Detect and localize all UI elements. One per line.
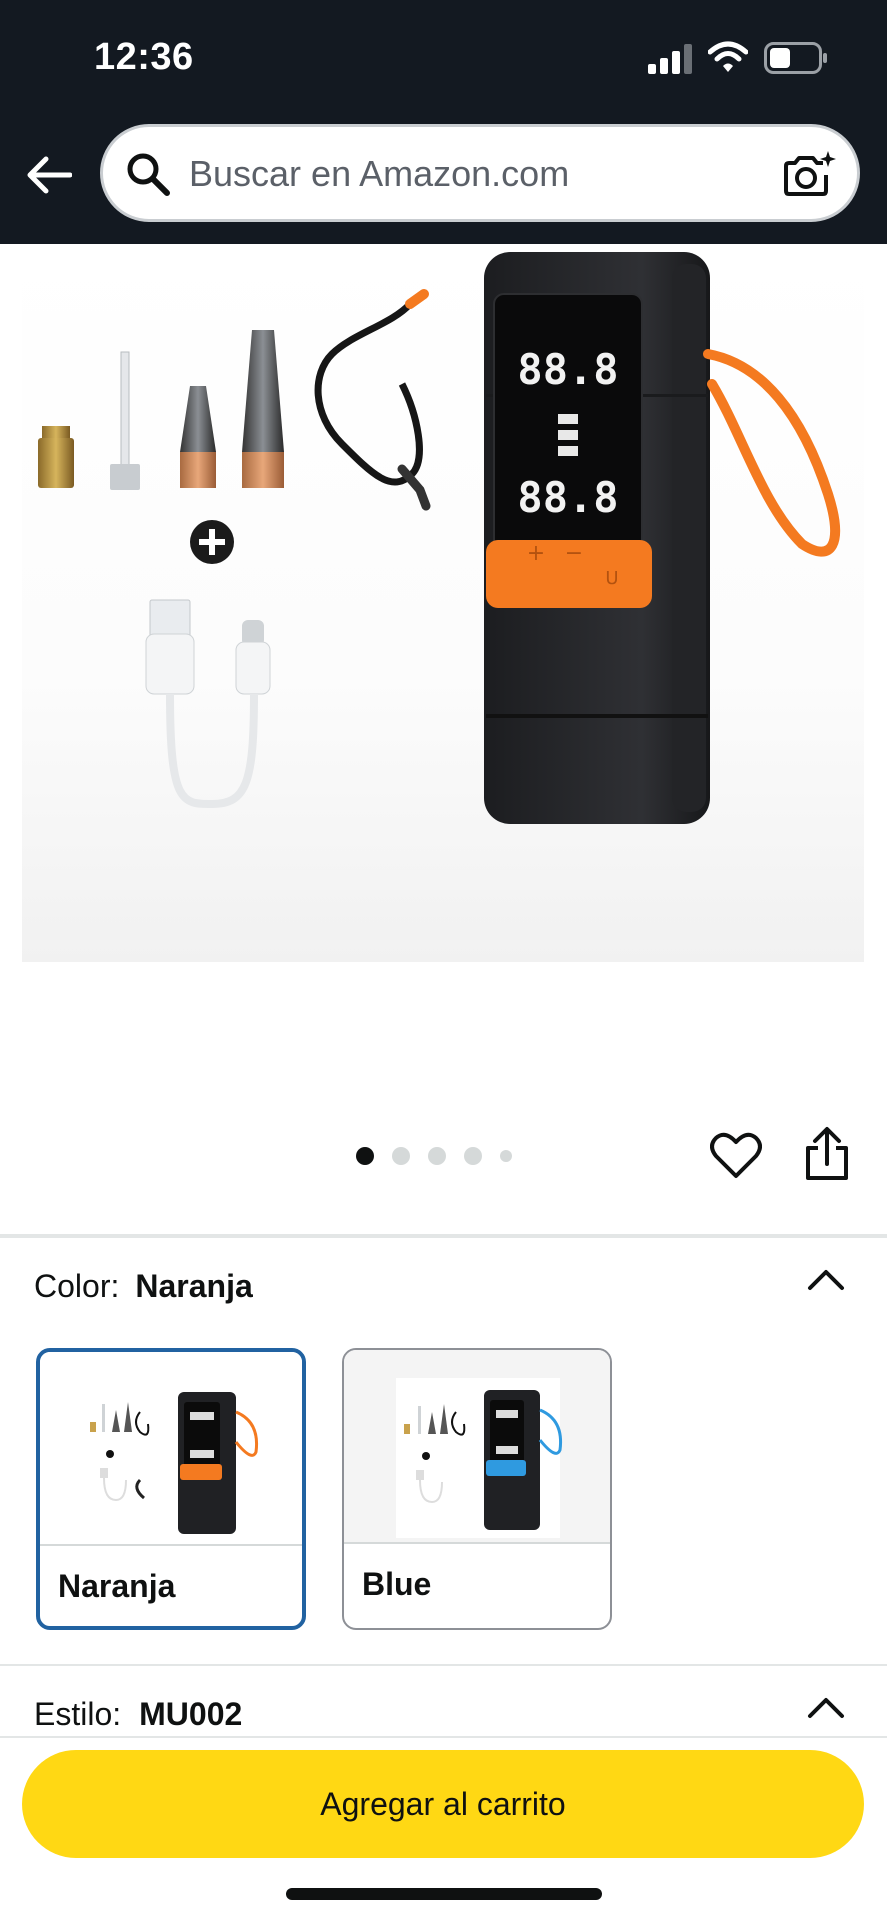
product-image[interactable]: 88.8 88.8 + − U <box>22 244 864 962</box>
pagination-dot[interactable] <box>356 1147 374 1165</box>
color-label: Color: <box>34 1268 120 1304</box>
style-header[interactable]: Estilo: MU002 <box>34 1696 242 1733</box>
device-unit-label: U <box>605 568 618 589</box>
add-to-cart-button[interactable]: Agregar al carrito <box>22 1750 864 1858</box>
brass-adapter <box>38 426 74 488</box>
swatch-label: Naranja <box>58 1568 176 1604</box>
search-input[interactable] <box>189 149 749 199</box>
swatch-thumbnail <box>344 1350 610 1542</box>
swatch-thumbnail <box>40 1352 302 1544</box>
back-button[interactable] <box>24 150 74 200</box>
top-bar: 12:36 <box>0 0 887 244</box>
needle-adapter <box>110 351 140 490</box>
swatch-label: Blue <box>362 1566 432 1602</box>
swatch-separator <box>40 1544 302 1546</box>
air-hose <box>314 289 431 511</box>
heart-icon[interactable] <box>710 1130 762 1180</box>
pagination-dot[interactable] <box>392 1147 410 1165</box>
chevron-up-icon[interactable] <box>806 1694 846 1720</box>
swatch-separator <box>344 1542 610 1544</box>
back-arrow-icon <box>27 156 72 194</box>
status-time: 12:36 <box>94 36 194 78</box>
color-header[interactable]: Color: Naranja <box>34 1268 253 1305</box>
pagination-dot[interactable] <box>464 1147 482 1165</box>
color-option-blue[interactable]: Blue <box>342 1348 612 1630</box>
product-photo: 88.8 88.8 + − U <box>38 252 841 824</box>
device-plus-label: + <box>527 541 545 566</box>
battery-icon <box>764 42 827 74</box>
home-indicator[interactable] <box>286 1888 602 1900</box>
device-minus-label: − <box>565 541 583 566</box>
section-divider <box>0 1664 887 1666</box>
chevron-up-icon[interactable] <box>806 1266 846 1292</box>
usb-cable <box>145 599 271 809</box>
wifi-icon <box>708 41 748 72</box>
camera-search-icon[interactable] <box>783 149 837 199</box>
pagination-dot[interactable] <box>428 1147 446 1165</box>
pagination-dot[interactable] <box>500 1150 512 1162</box>
color-option-naranja[interactable]: Naranja <box>36 1348 306 1630</box>
section-divider <box>0 1234 887 1238</box>
inflator-device: 88.8 88.8 + − U <box>484 252 841 824</box>
display-row-1: 88.8 <box>517 345 618 394</box>
style-selected-value: MU002 <box>139 1696 243 1732</box>
share-icon[interactable] <box>802 1126 852 1182</box>
cellular-signal-icon <box>648 44 692 74</box>
search-icon <box>127 153 170 196</box>
style-label: Estilo: <box>34 1696 122 1732</box>
image-pagination[interactable] <box>356 1144 512 1168</box>
color-selected-value: Naranja <box>135 1268 253 1304</box>
search-bar[interactable] <box>100 124 860 222</box>
plus-icon <box>190 520 234 564</box>
cone-adapters <box>180 330 284 488</box>
display-row-2: 88.8 <box>517 473 618 522</box>
